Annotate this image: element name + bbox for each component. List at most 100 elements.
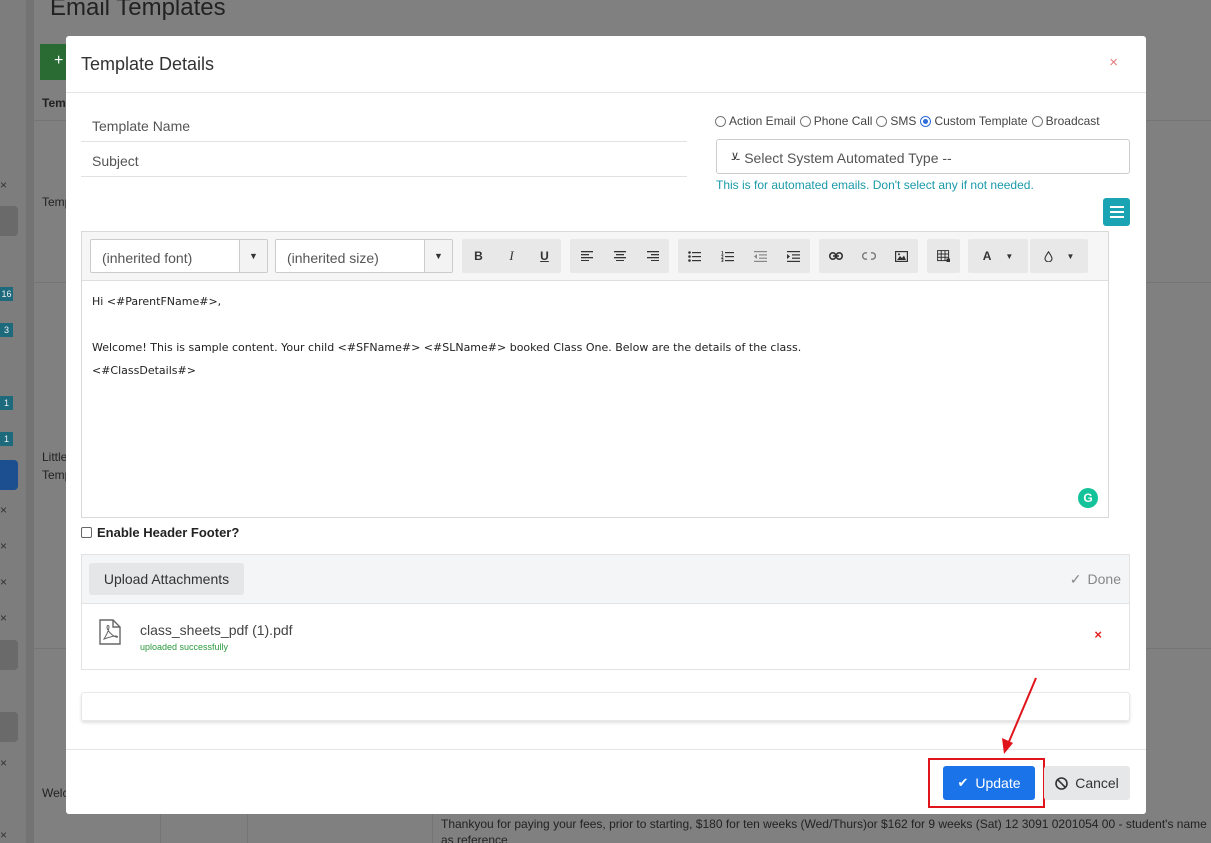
table-icon [937, 250, 950, 262]
italic-button[interactable]: I [495, 239, 528, 273]
unlink-button[interactable] [852, 239, 885, 273]
image-icon [895, 250, 908, 262]
insert-table-button[interactable] [927, 239, 960, 273]
link-group [819, 239, 918, 273]
radio-broadcast[interactable]: Broadcast [1031, 114, 1100, 128]
insert-link-button[interactable] [819, 239, 852, 273]
menu-button[interactable] [1103, 198, 1130, 226]
bg-close-icon: × [0, 575, 8, 589]
page-title: Email Templates [50, 0, 226, 21]
radio-icon [715, 115, 726, 127]
bg-column-header: Tem [42, 96, 66, 110]
text-style-group: B I U [462, 239, 561, 273]
radio-phone-call[interactable]: Phone Call [799, 114, 872, 128]
grammarly-icon[interactable]: G [1078, 488, 1098, 508]
editor-toolbar: (inherited font) ▼ (inherited size) ▼ B … [82, 232, 1108, 281]
underline-button[interactable]: U [528, 239, 561, 273]
attachment-file-name: class_sheets_pdf (1).pdf [140, 622, 293, 638]
template-name-label: Template Name [92, 118, 191, 134]
pdf-file-icon [99, 619, 121, 645]
bg-close-icon: × [0, 503, 8, 517]
bg-close-icon: × [0, 756, 8, 770]
ban-icon [1055, 776, 1069, 790]
caret-down-icon: ▼ [424, 240, 452, 272]
bg-close-icon: × [0, 828, 8, 842]
numbered-list-icon: 123 [721, 251, 734, 262]
cancel-button[interactable]: Cancel [1044, 766, 1130, 800]
bg-badge: 1 [0, 396, 13, 410]
checkbox-icon[interactable] [81, 527, 92, 538]
align-right-button[interactable] [636, 239, 669, 273]
content-line [92, 313, 801, 336]
attachment-status: uploaded successfully [140, 642, 229, 652]
font-size-select[interactable]: (inherited size) ▼ [275, 239, 453, 273]
help-text: This is for automated emails. Don't sele… [716, 178, 1034, 192]
modal-title: Template Details [81, 54, 215, 74]
font-family-value: (inherited font) [102, 250, 193, 266]
font-color-group: A ▼ [968, 239, 1028, 273]
bg-column-divider [160, 814, 161, 843]
list-group: 123 [678, 239, 810, 273]
bg-badge: 16 [0, 287, 13, 301]
radio-action-email[interactable]: Action Email [715, 114, 796, 128]
template-details-modal: Template Details × Template Name Subject… [66, 36, 1146, 814]
system-automated-type-select[interactable]: -- Select System Automated Type -- ∨ [716, 139, 1130, 174]
done-label: Done [1087, 571, 1121, 587]
droplet-icon [1043, 250, 1053, 262]
bg-close-icon: × [0, 178, 8, 192]
attachments-panel: Upload Attachments ✓ Done class_sheets_pd… [81, 554, 1130, 670]
bullet-list-icon [688, 250, 701, 262]
background-color-button[interactable]: ▼ [1030, 239, 1088, 273]
template-name-field[interactable]: Template Name [81, 106, 687, 142]
content-line: Hi <#ParentFName#>, [92, 295, 222, 308]
radio-label: Broadcast [1045, 114, 1100, 128]
empty-panel [81, 692, 1130, 721]
align-center-button[interactable] [603, 239, 636, 273]
update-button[interactable]: ✔ Update [943, 766, 1035, 800]
numbered-list-button[interactable]: 123 [711, 239, 744, 273]
hamburger-icon [1109, 206, 1124, 218]
font-family-select[interactable]: (inherited font) ▼ [90, 239, 268, 273]
radio-custom-template[interactable]: Custom Template [920, 114, 1028, 128]
radio-icon [799, 115, 811, 127]
remove-attachment-icon[interactable]: × [1094, 627, 1102, 642]
check-icon: ✓ [1069, 571, 1082, 587]
svg-text:3: 3 [721, 258, 724, 262]
bold-button[interactable]: B [462, 239, 495, 273]
align-center-icon [613, 251, 626, 261]
caret-down-icon: ▼ [1066, 251, 1075, 261]
font-color-button[interactable]: A ▼ [968, 239, 1028, 273]
upload-attachments-button[interactable]: Upload Attachments [89, 563, 244, 595]
link-icon [828, 252, 843, 260]
radio-sms[interactable]: SMS [876, 114, 916, 128]
bg-row-text: Welc [42, 786, 69, 800]
chevron-down-icon: ∨ [731, 150, 740, 162]
modal-header: Template Details × [66, 36, 1146, 93]
font-color-letter: A [982, 249, 992, 263]
bg-color-group: ▼ [1030, 239, 1088, 273]
indent-icon [787, 250, 800, 262]
insert-image-button[interactable] [885, 239, 918, 273]
bg-chip [0, 460, 18, 490]
cancel-label: Cancel [1075, 775, 1119, 791]
radio-label: SMS [890, 114, 917, 128]
outdent-button[interactable] [744, 239, 777, 273]
bg-template-body-text: Thankyou for paying your fees, prior to … [441, 817, 1207, 843]
enable-header-footer-label: Enable Header Footer? [97, 525, 240, 540]
check-icon: ✔ [957, 775, 969, 790]
close-icon[interactable]: × [1109, 54, 1118, 71]
bg-badge: 1 [0, 432, 13, 446]
bullet-list-button[interactable] [678, 239, 711, 273]
editor-content[interactable]: Hi <#ParentFName#>, Welcome! This is sam… [92, 290, 801, 382]
table-group [927, 239, 960, 273]
enable-header-footer-checkbox[interactable]: Enable Header Footer? [81, 525, 239, 540]
caret-down-icon: ▼ [239, 240, 267, 272]
indent-button[interactable] [777, 239, 810, 273]
content-line: <#ClassDetails#> [92, 364, 196, 377]
subject-field[interactable]: Subject [81, 141, 687, 177]
bg-close-icon: × [0, 611, 8, 625]
attachment-item: class_sheets_pdf (1).pdf uploaded succes… [82, 604, 1129, 670]
subject-label: Subject [92, 153, 139, 169]
align-left-button[interactable] [570, 239, 603, 273]
radio-label: Action Email [729, 114, 796, 128]
